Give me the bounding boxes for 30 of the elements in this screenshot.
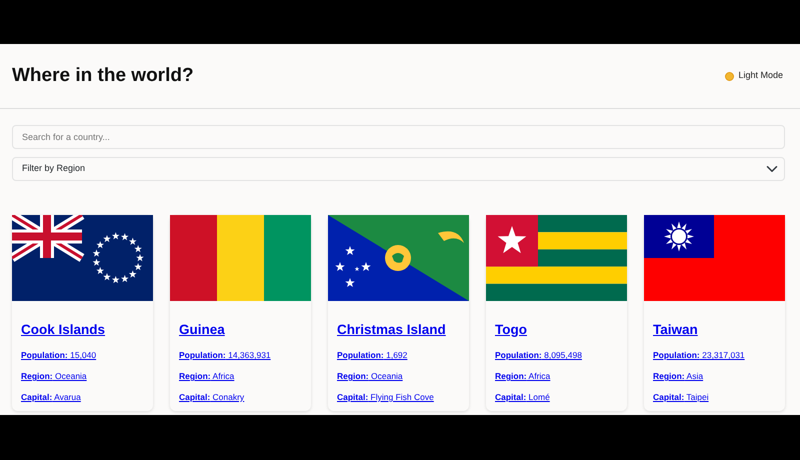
country-detail: Capital: Lomé [495, 390, 551, 404]
country-detail: Region: Oceania [21, 370, 88, 383]
country-name: Christmas Island [337, 321, 447, 339]
country-card[interactable]: Christmas Island Population: 1,692 Region: Oceania Capital: Flying Fish Cove [328, 215, 469, 411]
country-detail: Capital: Conakry [179, 390, 246, 404]
country-name: Togo [495, 321, 528, 339]
theme-toggle[interactable]: Light Mode [725, 69, 783, 83]
country-name: Taiwan [653, 321, 699, 339]
page-title: Where in the world? [12, 64, 194, 88]
country-detail: Population: 1,692 [337, 349, 408, 362]
country-detail: Capital: Flying Fish Cove [337, 390, 435, 404]
country-detail: Region: Africa [179, 370, 236, 383]
country-card[interactable]: Cook Islands Population: 15,040 Region: Oceania Capital: Avarua [12, 215, 153, 411]
country-card[interactable]: Guinea Population: 14,363,931 Region: Africa Capital: Conakry [170, 215, 311, 411]
country-detail: Capital: Taipei [653, 390, 710, 404]
country-card[interactable]: Taiwan Population: 23,317,031 Region: Asia Capital: Taipei [644, 215, 785, 411]
country-detail: Region: Asia [653, 370, 704, 383]
country-name: Cook Islands [21, 321, 106, 339]
sun-icon [725, 72, 734, 80]
country-name: Guinea [179, 321, 226, 339]
country-detail: Capital: Avarua [21, 390, 82, 404]
country-detail: Population: 15,040 [21, 349, 98, 362]
country-detail: Population: 23,317,031 [653, 349, 746, 362]
country-detail: Population: 8,095,498 [495, 349, 583, 362]
search-field[interactable]: Search for a country... [12, 125, 785, 149]
country-detail: Region: Africa [495, 370, 552, 383]
country-detail: Region: Oceania [337, 370, 404, 383]
country-card[interactable]: Togo Population: 8,095,498 Region: Africa Capital: Lomé [486, 215, 627, 411]
country-detail: Population: 14,363,931 [179, 349, 272, 362]
region-dropdown[interactable]: Filter by Region [12, 157, 785, 181]
